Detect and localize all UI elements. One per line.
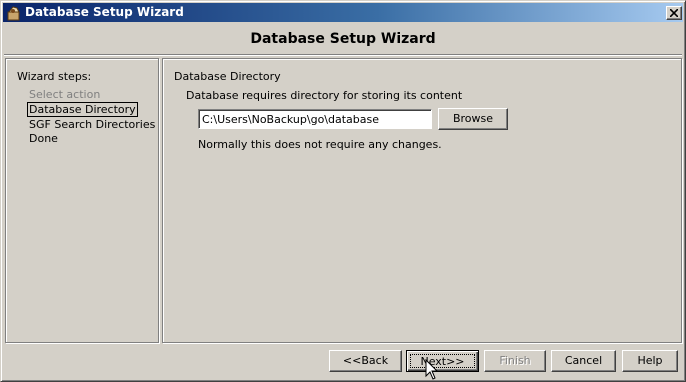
wizard-window: Database Setup Wizard Database Setup Wiz… bbox=[0, 0, 686, 382]
help-button[interactable]: Help bbox=[622, 350, 678, 372]
title-bar[interactable]: Database Setup Wizard bbox=[3, 3, 683, 22]
database-directory-input[interactable] bbox=[198, 109, 432, 129]
step-sgf-search-directories: SGF Search Directories bbox=[29, 118, 156, 131]
wizard-app-icon bbox=[6, 5, 22, 21]
step-database-directory: Database Directory bbox=[27, 102, 138, 117]
wizard-header: Database Setup Wizard bbox=[4, 24, 682, 55]
directory-description: Database requires directory for storing … bbox=[186, 89, 463, 102]
next-button-label: Next>> bbox=[410, 354, 475, 368]
browse-button[interactable]: Browse bbox=[438, 108, 508, 130]
directory-note: Normally this does not require any chang… bbox=[198, 138, 442, 151]
window-title: Database Setup Wizard bbox=[25, 5, 184, 19]
steps-heading: Wizard steps: bbox=[17, 70, 92, 83]
section-title: Database Directory bbox=[174, 70, 281, 83]
page-title: Database Setup Wizard bbox=[250, 31, 436, 47]
step-done: Done bbox=[29, 132, 58, 145]
wizard-steps-panel: Wizard steps: Select action Database Dir… bbox=[5, 58, 159, 343]
finish-button[interactable]: Finish bbox=[484, 350, 546, 372]
close-button[interactable] bbox=[666, 6, 682, 20]
back-button[interactable]: <<Back bbox=[329, 350, 402, 372]
cancel-button[interactable]: Cancel bbox=[551, 350, 616, 372]
next-button[interactable]: Next>> bbox=[406, 350, 479, 372]
step-select-action: Select action bbox=[29, 88, 101, 101]
step-content-panel: Database Directory Database requires dir… bbox=[162, 58, 682, 343]
close-icon bbox=[670, 9, 678, 17]
